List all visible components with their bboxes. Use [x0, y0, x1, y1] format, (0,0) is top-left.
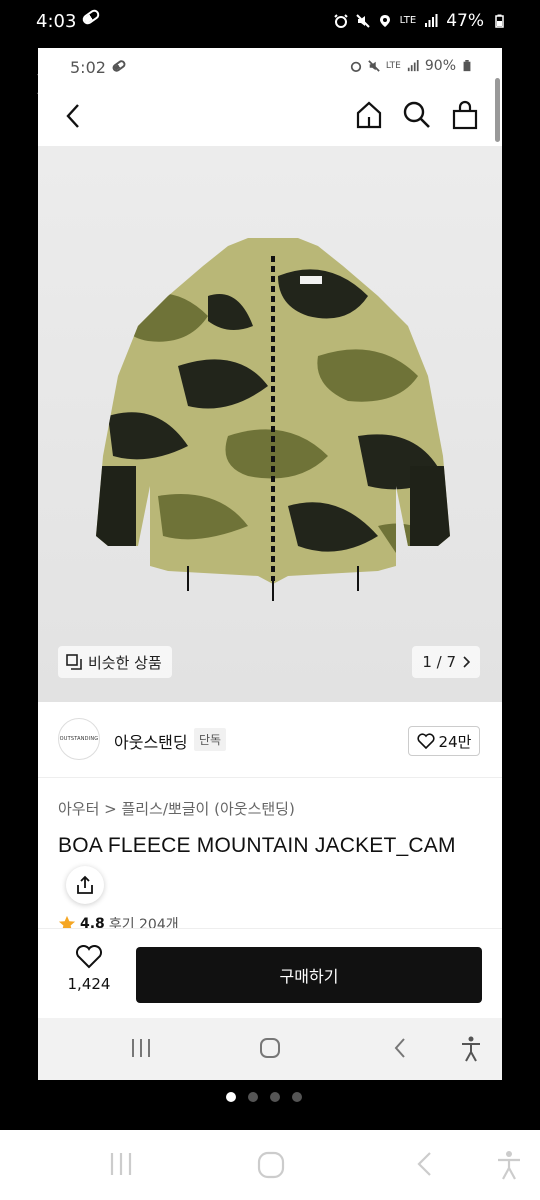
outer-recent-apps-icon[interactable] — [108, 1150, 134, 1178]
home-button-icon[interactable] — [258, 1036, 282, 1060]
brand-row[interactable]: OUTSTANDING 아웃스탠딩 단독 24만 — [38, 702, 502, 778]
chevron-right-icon — [463, 656, 470, 668]
close-icon[interactable] — [34, 70, 62, 98]
inner-mute-icon — [368, 60, 380, 72]
inner-clock: 5:02 — [70, 58, 106, 77]
inner-screenshot: 5:02 LTE 90% 비슷한 상품 1 / 7 OUTSTANDING 아웃… — [38, 48, 502, 1080]
carousel-dot[interactable] — [270, 1092, 280, 1102]
inner-capsule-icon — [110, 58, 128, 74]
product-title: BOA FLEECE MOUNTAIN JACKET_CAM — [58, 834, 456, 857]
recent-apps-icon[interactable] — [130, 1036, 152, 1060]
jacket-image — [96, 238, 450, 601]
outer-nav-bar — [0, 1130, 540, 1200]
carousel-dot[interactable] — [226, 1092, 236, 1102]
category-breadcrumb[interactable]: 아우터 > 플리스/뽀글이 (아웃스탠딩) — [58, 798, 295, 819]
shopping-bag-icon[interactable] — [450, 100, 480, 130]
share-icon — [77, 875, 93, 894]
inner-status-icons: LTE 90% — [350, 58, 472, 74]
inner-network-label: LTE — [385, 61, 401, 71]
outer-clock: 4:03 — [36, 11, 77, 32]
carousel-dot[interactable] — [248, 1092, 258, 1102]
wishlist-heart-icon — [75, 944, 103, 969]
capsule-icon — [80, 7, 102, 27]
brand-logo[interactable]: OUTSTANDING — [58, 718, 100, 760]
outer-home-icon[interactable] — [256, 1150, 286, 1180]
outer-battery-label: 47% — [446, 11, 484, 31]
wishlist-count: 1,424 — [67, 975, 111, 993]
heart-icon — [417, 733, 435, 749]
purchase-bar: 1,424 구매하기 — [38, 928, 502, 1018]
location-icon — [379, 15, 390, 27]
back-arrow-icon[interactable] — [64, 102, 82, 130]
top-nav-bar — [38, 88, 502, 146]
home-icon[interactable] — [354, 100, 384, 130]
copy-icon — [66, 654, 82, 670]
alarm-icon — [333, 14, 348, 28]
share-button[interactable] — [66, 866, 104, 904]
product-image[interactable]: 비슷한 상품 1 / 7 — [38, 146, 502, 702]
signal-icon — [425, 14, 438, 27]
outer-back-icon[interactable] — [414, 1150, 434, 1178]
inner-alarm-icon — [350, 61, 362, 72]
scrollbar-thumb[interactable] — [495, 78, 500, 142]
wishlist-button[interactable]: 1,424 — [60, 944, 118, 993]
carousel-dots — [226, 1092, 302, 1102]
accessibility-icon[interactable] — [460, 1036, 482, 1062]
inner-nav-bar — [38, 1018, 502, 1080]
image-page-indicator[interactable]: 1 / 7 — [412, 646, 480, 678]
brand-name[interactable]: 아웃스탠딩 — [114, 729, 188, 753]
inner-signal-icon — [407, 60, 419, 72]
buy-button[interactable]: 구매하기 — [136, 947, 482, 1003]
brand-like-count: 24만 — [438, 732, 472, 751]
battery-icon — [495, 14, 504, 28]
nav-back-icon[interactable] — [392, 1036, 408, 1060]
outer-status-bar: 4:03 LTE 47% — [0, 0, 540, 46]
outer-network-label: LTE — [399, 15, 417, 26]
brand-like-button[interactable]: 24만 — [408, 726, 480, 756]
carousel-dot[interactable] — [292, 1092, 302, 1102]
page-indicator-label: 1 / 7 — [422, 653, 456, 671]
inner-battery-icon — [463, 60, 471, 72]
search-icon[interactable] — [402, 100, 432, 130]
similar-products-button[interactable]: 비슷한 상품 — [58, 646, 172, 678]
inner-battery-label: 90% — [424, 58, 456, 74]
outer-accessibility-icon[interactable] — [496, 1150, 522, 1180]
mute-icon — [355, 14, 370, 28]
inner-status-bar: 5:02 LTE 90% — [38, 48, 502, 88]
exclusive-badge: 단독 — [194, 728, 227, 751]
similar-products-label: 비슷한 상품 — [88, 653, 162, 672]
outer-status-icons: LTE 47% — [333, 11, 506, 31]
